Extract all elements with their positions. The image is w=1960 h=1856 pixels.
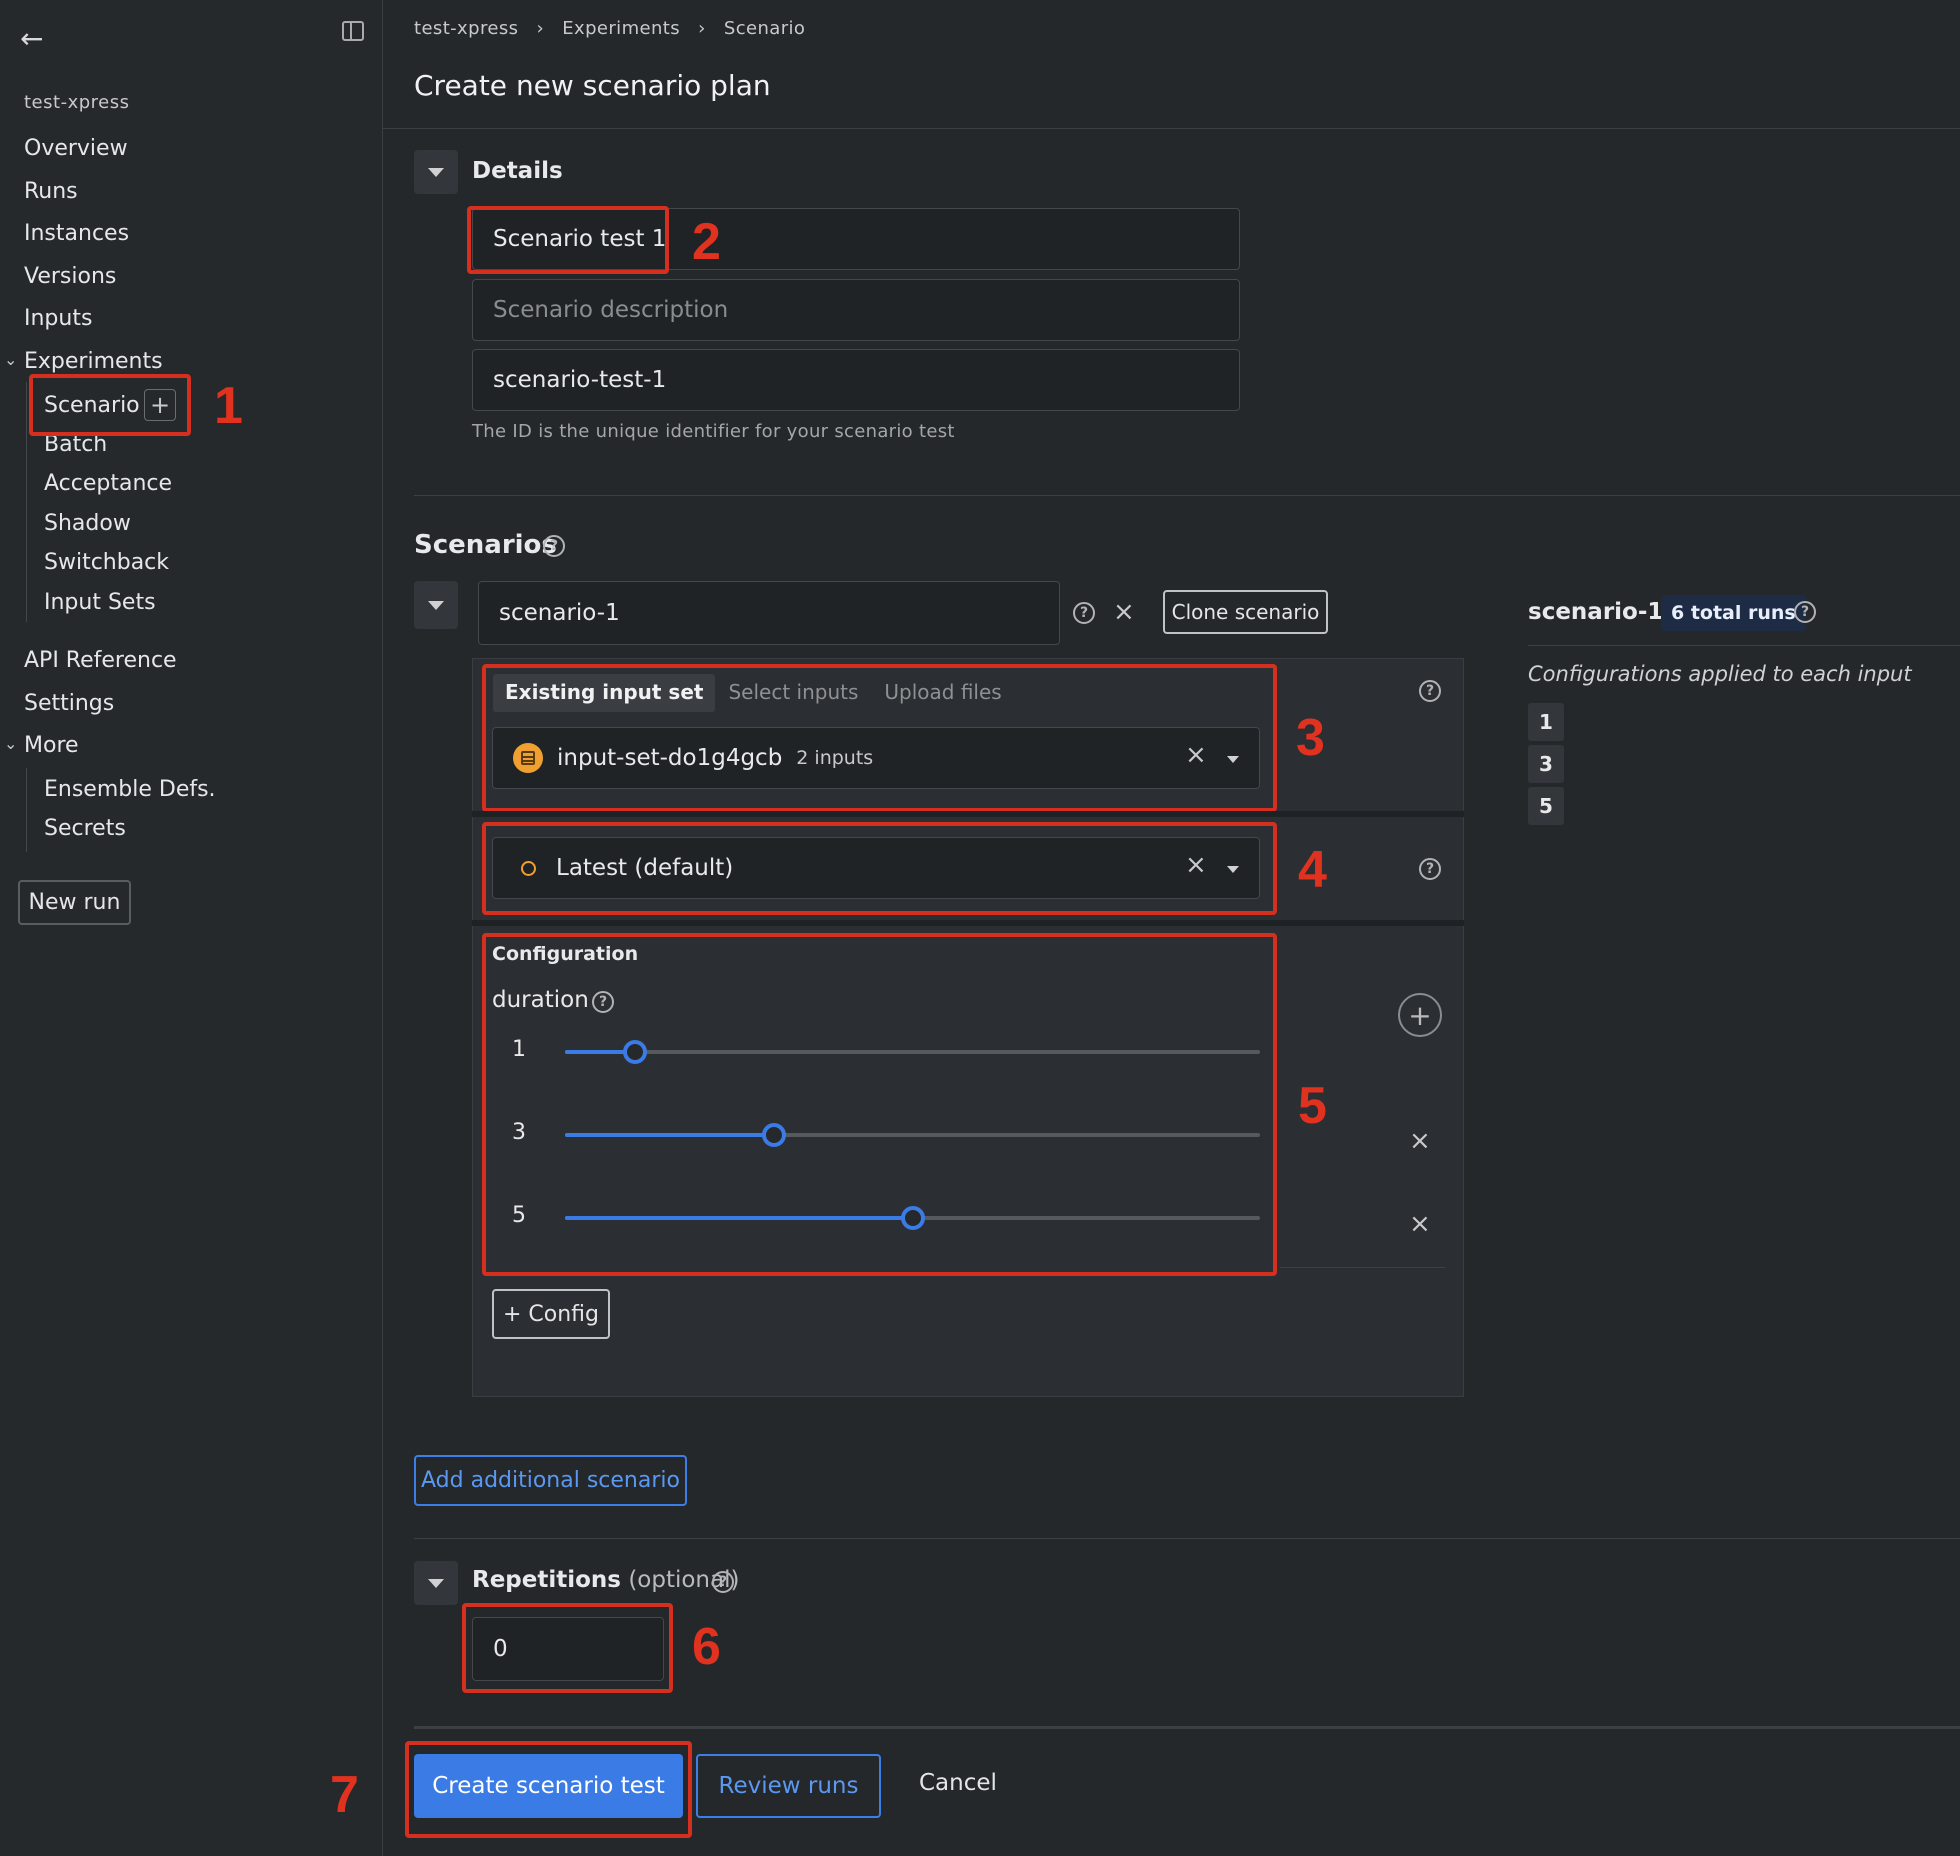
project-name: test-xpress: [24, 92, 130, 113]
tree-line: [26, 382, 27, 622]
clone-scenario-button[interactable]: Clone scenario: [1163, 590, 1328, 634]
annotation-5: 5: [1298, 1077, 1327, 1135]
scenario-collapse-button[interactable]: [414, 581, 458, 629]
sidebar-item-instances[interactable]: Instances: [24, 221, 129, 246]
sidebar-item-shadow[interactable]: Shadow: [44, 511, 131, 536]
sidebar-item-inputs[interactable]: Inputs: [24, 306, 92, 331]
breadcrumb: test-xpress › Experiments › Scenario: [414, 18, 805, 39]
annotation-box-4: [482, 822, 1277, 915]
panel-divider: [472, 920, 1464, 926]
summary-subtitle: Configurations applied to each input: [1528, 662, 1912, 686]
details-heading: Details: [472, 158, 563, 184]
annotation-3: 3: [1296, 709, 1325, 767]
footer-divider: [414, 1726, 1960, 1729]
sidebar-item-settings[interactable]: Settings: [24, 691, 114, 716]
annotation-box-3: [482, 664, 1277, 812]
sidebar-item-runs[interactable]: Runs: [24, 179, 78, 204]
annotation-2: 2: [692, 213, 721, 271]
total-runs-badge: 6 total runs: [1661, 595, 1806, 631]
cancel-button[interactable]: Cancel: [919, 1770, 997, 1796]
remove-config-icon[interactable]: ×: [1409, 1126, 1431, 1156]
config-badge: 1: [1528, 703, 1564, 741]
tree-line: [26, 768, 27, 852]
sidebar-item-experiments[interactable]: Experiments: [24, 349, 163, 374]
scenarios-divider: [414, 1538, 1960, 1539]
scenario-description-field[interactable]: Scenario description: [472, 279, 1240, 341]
sidebar-toggle-icon[interactable]: [342, 21, 364, 41]
repetitions-label: Repetitions (optional): [472, 1567, 739, 1593]
breadcrumb-scenario[interactable]: Scenario: [724, 18, 805, 39]
sidebar-item-overview[interactable]: Overview: [24, 136, 128, 161]
sidebar-item-ensemble-defs[interactable]: Ensemble Defs.: [44, 777, 216, 802]
help-icon[interactable]: ?: [1419, 680, 1441, 702]
back-arrow-icon[interactable]: ←: [20, 22, 43, 55]
help-icon[interactable]: ?: [543, 535, 565, 557]
annotation-box-5: [482, 933, 1277, 1276]
remove-config-icon[interactable]: ×: [1409, 1209, 1431, 1239]
sidebar-item-more[interactable]: More: [24, 733, 79, 758]
summary-scenario-name: scenario-1: [1528, 599, 1664, 625]
config-badge: 3: [1528, 745, 1564, 783]
annotation-box-1: [29, 374, 191, 436]
sidebar-item-secrets[interactable]: Secrets: [44, 816, 126, 841]
page-title: Create new scenario plan: [414, 69, 771, 102]
id-hint: The ID is the unique identifier for your…: [472, 421, 955, 442]
panel-divider: [472, 811, 1464, 817]
scenario-id-field[interactable]: scenario-test-1: [472, 349, 1240, 411]
sidebar: ← test-xpress Overview Runs Instances Ve…: [0, 0, 383, 1856]
annotation-box-7: [405, 1741, 692, 1838]
sidebar-item-input-sets[interactable]: Input Sets: [44, 590, 156, 615]
details-collapse-button[interactable]: [414, 150, 458, 194]
sidebar-item-api-reference[interactable]: API Reference: [24, 648, 177, 673]
help-icon[interactable]: ?: [1794, 601, 1816, 623]
add-additional-scenario-button[interactable]: Add additional scenario: [414, 1455, 687, 1506]
config-divider: [1280, 1267, 1445, 1268]
chevron-down-icon[interactable]: ⌄: [4, 350, 17, 369]
remove-scenario-icon[interactable]: ×: [1113, 597, 1135, 627]
scenarios-heading-text: Scenarios: [414, 530, 557, 560]
breadcrumb-separator-icon: ›: [698, 18, 706, 39]
annotation-7: 7: [330, 1766, 359, 1824]
help-icon[interactable]: ?: [712, 1571, 734, 1593]
add-config-button[interactable]: + Config: [492, 1289, 610, 1339]
details-divider: [414, 495, 1960, 496]
breadcrumb-project[interactable]: test-xpress: [414, 18, 518, 39]
scenarios-heading: Scenarios: [414, 530, 557, 560]
breadcrumb-separator-icon: ›: [536, 18, 545, 39]
chevron-down-icon[interactable]: ⌄: [4, 734, 17, 753]
sidebar-item-switchback[interactable]: Switchback: [44, 550, 169, 575]
breadcrumb-experiments[interactable]: Experiments: [562, 18, 680, 39]
repetitions-label-text: Repetitions: [472, 1567, 621, 1593]
config-badge: 5: [1528, 787, 1564, 825]
help-icon[interactable]: ?: [1073, 602, 1095, 624]
annotation-box-2: [467, 206, 669, 274]
header-divider: [383, 128, 1960, 129]
summary-divider: [1528, 645, 1960, 646]
annotation-4: 4: [1298, 841, 1327, 899]
help-icon[interactable]: ?: [1419, 858, 1441, 880]
new-run-button[interactable]: New run: [18, 880, 131, 925]
scenario-name-input[interactable]: scenario-1: [478, 581, 1060, 645]
review-runs-button[interactable]: Review runs: [696, 1754, 881, 1818]
repetitions-collapse-button[interactable]: [414, 1561, 458, 1605]
sidebar-item-versions[interactable]: Versions: [24, 264, 116, 289]
sidebar-item-acceptance[interactable]: Acceptance: [44, 471, 172, 496]
annotation-6: 6: [692, 1618, 721, 1676]
annotation-1: 1: [214, 377, 243, 435]
annotation-box-6: [462, 1603, 673, 1693]
add-config-icon[interactable]: +: [1398, 993, 1442, 1037]
